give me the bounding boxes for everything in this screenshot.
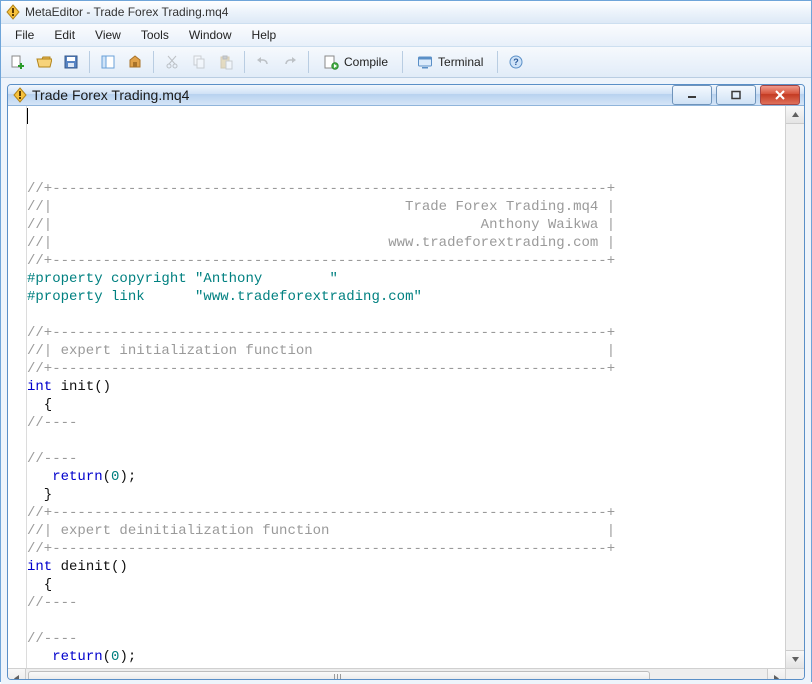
code-line[interactable]: //| Trade Forex Trading.mq4 | [27,198,785,216]
document-titlebar[interactable]: Trade Forex Trading.mq4 [8,85,804,106]
redo-button[interactable] [278,50,302,74]
code-line[interactable]: #property copyright "Anthony " [27,270,785,288]
toolbar-separator [153,51,154,73]
code-line[interactable]: return(0); [27,468,785,486]
cut-button[interactable] [160,50,184,74]
code-line[interactable]: //---- [27,630,785,648]
menubar: File Edit View Tools Window Help [1,24,811,47]
code-area[interactable]: //+-------------------------------------… [27,106,785,668]
toolbar-separator [402,51,403,73]
code-line[interactable]: //+-------------------------------------… [27,180,785,198]
code-line[interactable]: } [27,486,785,504]
window-buttons [672,85,800,105]
code-line[interactable]: //+-------------------------------------… [27,252,785,270]
document-icon [12,87,28,103]
code-line[interactable]: //+-------------------------------------… [27,360,785,378]
menu-help[interactable]: Help [242,26,287,44]
document-title: Trade Forex Trading.mq4 [32,87,672,103]
menu-window[interactable]: Window [179,26,242,44]
undo-button[interactable] [251,50,275,74]
toolbar-separator [497,51,498,73]
code-line[interactable] [27,432,785,450]
code-line[interactable]: //| expert initialization function | [27,342,785,360]
maximize-button[interactable] [716,85,756,105]
code-line[interactable]: //| expert deinitialization function | [27,522,785,540]
code-line[interactable]: //| www.tradeforextrading.com | [27,234,785,252]
compile-button-label: Compile [344,55,388,69]
scroll-left-arrow-icon[interactable] [8,669,26,680]
app-titlebar: MetaEditor - Trade Forex Trading.mq4 [1,1,811,24]
code-line[interactable]: //---- [27,414,785,432]
terminal-icon [417,54,433,70]
code-line[interactable] [27,306,785,324]
minimize-button[interactable] [672,85,712,105]
app-title: MetaEditor - Trade Forex Trading.mq4 [25,5,228,19]
paste-button[interactable] [214,50,238,74]
scrollbar-track[interactable] [26,669,767,680]
help-button[interactable]: ? [504,50,528,74]
code-line[interactable]: { [27,396,785,414]
svg-text:?: ? [514,57,520,67]
code-line[interactable]: int init() [27,378,785,396]
code-line[interactable]: //---- [27,594,785,612]
editor-margin [8,106,27,668]
horizontal-scrollbar[interactable] [8,668,804,680]
save-file-button[interactable] [59,50,83,74]
toolbox-button[interactable] [123,50,147,74]
code-line[interactable]: //+-------------------------------------… [27,324,785,342]
document-window: Trade Forex Trading.mq4 [7,84,805,680]
terminal-button-label: Terminal [438,55,483,69]
close-button[interactable] [760,85,800,105]
code-line[interactable]: int deinit() [27,558,785,576]
app-icon [5,4,21,20]
navigator-button[interactable] [96,50,120,74]
menu-tools[interactable]: Tools [131,26,179,44]
toolbar: Compile Terminal ? [1,47,811,78]
terminal-button[interactable]: Terminal [409,50,491,74]
scrollbar-corner [785,669,804,680]
toolbar-separator [89,51,90,73]
menu-edit[interactable]: Edit [44,26,85,44]
text-cursor [27,108,28,124]
vertical-scrollbar[interactable] [785,106,804,668]
menu-view[interactable]: View [85,26,131,44]
code-line[interactable]: #property link "www.tradeforextrading.co… [27,288,785,306]
code-line[interactable]: //+-------------------------------------… [27,504,785,522]
code-line[interactable] [27,612,785,630]
scrollbar-thumb[interactable] [28,671,650,680]
code-line[interactable]: { [27,576,785,594]
code-line[interactable]: //+-------------------------------------… [27,540,785,558]
compile-icon [323,54,339,70]
toolbar-separator [244,51,245,73]
code-line[interactable]: return(0); [27,648,785,666]
editor: //+-------------------------------------… [8,106,804,668]
open-file-button[interactable] [32,50,56,74]
code-line[interactable]: //| Anthony Waikwa | [27,216,785,234]
copy-button[interactable] [187,50,211,74]
compile-button[interactable]: Compile [315,50,396,74]
code-line[interactable]: //---- [27,450,785,468]
scroll-down-arrow-icon[interactable] [786,650,804,668]
client-area: Trade Forex Trading.mq4 [1,78,811,684]
scroll-right-arrow-icon[interactable] [767,669,785,680]
scroll-up-arrow-icon[interactable] [786,106,804,124]
menu-file[interactable]: File [5,26,44,44]
toolbar-separator [308,51,309,73]
new-file-button[interactable] [5,50,29,74]
